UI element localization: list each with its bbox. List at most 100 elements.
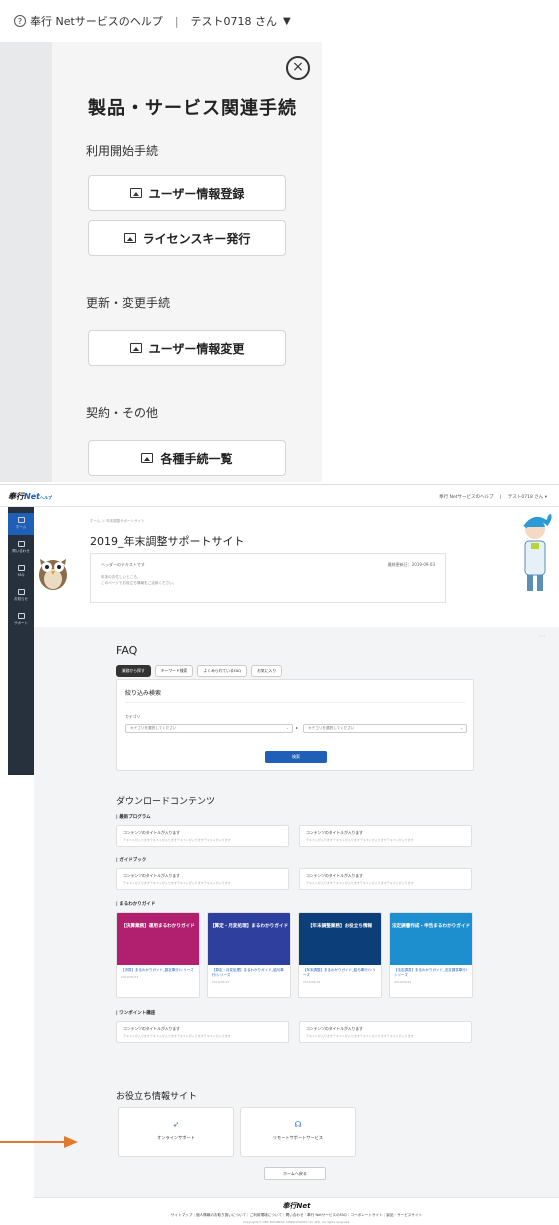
monitor-icon — [17, 565, 25, 571]
maruwakari-label: まるわかりガイド — [119, 902, 156, 907]
sidebar-label: 問い合わせ — [12, 549, 30, 553]
logo[interactable]: 奉行Netヘルプ — [8, 491, 52, 502]
faq-tabs: 業務から探す キーワード検索 よくみられているFAQ お気に入り — [116, 665, 283, 677]
image-icon — [129, 343, 142, 353]
footer-logo[interactable]: 奉行Net — [34, 1201, 559, 1211]
card-desc: テキストが入りますテキストが入りますテキストが入りますテキストが入ります — [306, 881, 414, 885]
content-card[interactable]: コンテンツのタイトルが入ります テキストが入りますテキストが入りますテキストが入… — [116, 868, 289, 890]
home-icon — [17, 517, 25, 523]
tab-favorites[interactable]: お気に入り — [251, 665, 283, 677]
maruwakari-heading: | まるわかりガイド — [116, 902, 156, 907]
content-card[interactable]: コンテンツのタイトルが入ります テキストが入りますテキストが入りますテキストが入… — [116, 825, 289, 847]
footer-links[interactable]: サイトマップ｜個人情報のお取り扱いについて｜ご利用環境について｜問い合わせ｜奉行… — [34, 1213, 559, 1218]
image-icon — [129, 188, 142, 198]
sidebar-label: サポート — [14, 621, 28, 625]
tab-business[interactable]: 業務から探す — [116, 665, 151, 677]
section-start: 利用開始手続 — [86, 144, 159, 158]
category-select-1[interactable]: カテゴリを選択してください ⌄ — [125, 724, 293, 733]
online-support-label: オンラインサポート — [157, 1135, 195, 1140]
guide-date: 2019/05/23 — [212, 980, 230, 984]
help-link[interactable]: 奉行 Netサービスのヘルプ — [439, 495, 493, 500]
card-desc: テキストが入りますテキストが入りますテキストが入りますテキストが入ります — [123, 1034, 231, 1038]
user-change-label: ユーザー情報変更 — [148, 341, 245, 356]
guide-title: 【算定・月変処理】まるわかりガイド_給与奉行iシリーズ — [212, 968, 284, 977]
guide-title: 【年末調整】まるわかりガイド_給与奉行iシリーズ — [303, 968, 376, 977]
tab-keyword[interactable]: キーワード検索 — [154, 665, 194, 677]
guidebook-heading: | ガイドブック — [116, 858, 147, 863]
search-button[interactable]: 検索 — [265, 751, 327, 763]
latest-label: 最新プログラム — [119, 815, 151, 820]
content-card[interactable]: コンテンツのタイトルが入ります テキストが入りますテキストが入りますテキストが入… — [299, 1021, 472, 1043]
chevron-down-icon: ⌄ — [459, 726, 463, 730]
license-key-button[interactable]: ライセンスキー発行 — [88, 220, 286, 256]
onepoint-heading: | ワンポイント講座 — [116, 1011, 156, 1016]
updated-date: 最終更新日：2019-09-03 — [387, 562, 435, 567]
faq-title: FAQ — [116, 644, 138, 657]
arrow-right-icon: ▸ — [296, 725, 299, 730]
user-menu[interactable]: テスト0718 さん — [191, 13, 278, 29]
guide-card[interactable]: 【決算業務】運用まるわかりガイド 【決算】まるわかりガイド_勘定奉行iシリーズ … — [116, 912, 200, 998]
user-menu[interactable]: テスト0718 さん — [508, 495, 543, 500]
onepoint-label: ワンポイント講座 — [119, 1011, 156, 1016]
zoom-header: ? 奉行 Netサービスのヘルプ | テスト0718 さん ▼ — [0, 0, 322, 42]
chevron-down-icon[interactable]: ▼ — [283, 16, 291, 27]
headset-icon: ☊ — [294, 1120, 302, 1129]
user-change-button[interactable]: ユーザー情報変更 — [88, 330, 286, 366]
guide-banner: 【算定・月変処理】まるわかりガイド — [208, 913, 290, 965]
card-desc: テキストが入りますテキストが入りますテキストが入りますテキストが入ります — [123, 838, 231, 842]
guide-card[interactable]: 法定調書作成・申告まるわかりガイド 【法定調書】まるわかりガイド_法定調書奉行i… — [389, 912, 473, 998]
sidebar-item-faq[interactable]: FAQ — [8, 565, 34, 577]
card-desc: テキストが入りますテキストが入りますテキストが入りますテキストが入ります — [306, 1034, 414, 1038]
sidebar-item-home[interactable]: ホーム — [8, 513, 34, 535]
section-update: 更新・変更手続 — [86, 296, 171, 310]
remote-support-card[interactable]: ☊ リモートサポートサービス — [240, 1107, 356, 1157]
image-icon — [123, 233, 136, 243]
guide-title: 【法定調書】まるわかりガイド_法定調書奉行iシリーズ — [394, 968, 467, 977]
guide-banner: 【年末調整業務】お役立ち情報 — [299, 913, 381, 965]
image-icon — [141, 453, 154, 463]
hero: ホーム ＞ 年末調整サポートサイト 2019_年末調整サポートサイト ヘッダーの… — [34, 507, 559, 627]
guide-date: 2019/09/16 — [303, 980, 321, 984]
bell-icon — [17, 589, 25, 595]
online-support-card[interactable]: ➶ オンラインサポート — [118, 1107, 234, 1157]
sidebar-item-support[interactable]: サポート — [8, 613, 34, 626]
filter-panel: 絞り込み検索 カテゴリ カテゴリを選択してください ⌄ ▸ カテゴリを選択してくだ… — [116, 679, 474, 771]
user-register-label: ユーザー情報登録 — [148, 186, 245, 201]
sidebar-item-inquiry[interactable]: 問い合わせ — [8, 541, 34, 554]
user-register-button[interactable]: ユーザー情報登録 — [88, 175, 286, 211]
content-card[interactable]: コンテンツのタイトルが入ります テキストが入りますテキストが入りますテキストが入… — [299, 825, 472, 847]
header-links: 奉行 Netサービスのヘルプ | テスト0718 さん ▾ — [439, 495, 547, 500]
guide-card[interactable]: 【年末調整業務】お役立ち情報 【年末調整】まるわかりガイド_給与奉行iシリーズ … — [298, 912, 382, 998]
more-icon[interactable]: ⋯ — [539, 633, 545, 640]
close-icon[interactable]: × — [286, 56, 310, 80]
zoom-background-strip — [0, 42, 52, 482]
grid-icon — [17, 613, 25, 619]
select-value: カテゴリを選択してください — [130, 726, 177, 730]
header-divider: | — [174, 14, 179, 28]
back-home-button[interactable]: ホームへ戻る — [264, 1167, 326, 1180]
footer: 奉行Net サイトマップ｜個人情報のお取り扱いについて｜ご利用環境について｜問い… — [34, 1197, 559, 1225]
content-card[interactable]: コンテンツのタイトルが入ります テキストが入りますテキストが入りますテキストが入… — [299, 868, 472, 890]
divider — [125, 702, 465, 703]
guide-card[interactable]: 【算定・月変処理】まるわかりガイド 【算定・月変処理】まるわかりガイド_給与奉行… — [207, 912, 291, 998]
header-box: ヘッダーのテキストです 最終更新日：2019-09-03 年末のお忙しいところ、… — [90, 553, 446, 603]
card-title: コンテンツのタイトルが入ります — [123, 873, 180, 878]
support-page: 奉行Netヘルプ 奉行 Netサービスのヘルプ | テスト0718 さん ▾ ホ… — [0, 484, 559, 1225]
tab-popular[interactable]: よくみられているFAQ — [197, 665, 248, 677]
card-desc: テキストが入りますテキストが入りますテキストが入りますテキストが入ります — [123, 881, 231, 885]
help-link[interactable]: 奉行 Netサービスのヘルプ — [30, 13, 163, 29]
logo-suffix: ヘルプ — [39, 495, 52, 500]
sidebar-item-news[interactable]: お知らせ — [8, 589, 34, 602]
procedures-list-button[interactable]: 各種手続一覧 — [88, 440, 286, 476]
guide-banner: 【決算業務】運用まるわかりガイド — [117, 913, 199, 965]
useful-title: お役立ち情報サイト — [116, 1092, 198, 1102]
content-card[interactable]: コンテンツのタイトルが入ります テキストが入りますテキストが入りますテキストが入… — [116, 1021, 289, 1043]
license-key-label: ライセンスキー発行 — [142, 231, 251, 246]
category-select-2[interactable]: カテゴリを選択してください ⌄ — [303, 724, 467, 733]
breadcrumb[interactable]: ホーム ＞ 年末調整サポートサイト — [90, 519, 145, 524]
sidebar-label: お知らせ — [14, 597, 28, 601]
copyright: Copyright(c) OBC BUSINESS CONSULTANTS CO… — [242, 1220, 351, 1224]
procedures-drawer: × 製品・サービス関連手続 利用開始手続 ユーザー情報登録 ライセンスキー発行 … — [52, 42, 322, 482]
guide-date: 2019/05/13 — [121, 975, 139, 979]
help-icon: ? — [14, 15, 26, 27]
